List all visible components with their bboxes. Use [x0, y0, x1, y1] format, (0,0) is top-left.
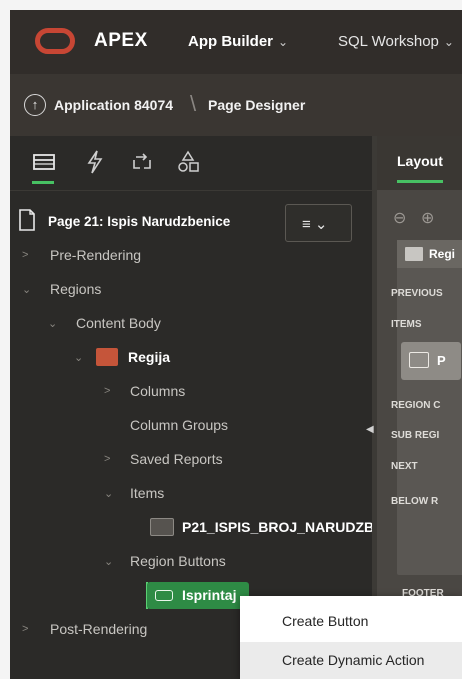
layout-item-tile[interactable]: P	[401, 342, 461, 380]
tree-node-item-p21[interactable]: P21_ISPIS_BROJ_NARUDZB	[10, 511, 375, 545]
chevron-down-icon[interactable]: ⌄	[22, 283, 31, 296]
tree-node-regions[interactable]: ⌄ Regions	[10, 273, 372, 307]
tree-node-label: P21_ISPIS_BROJ_NARUDZB	[182, 519, 375, 535]
tree-node-column-groups[interactable]: Column Groups	[10, 409, 372, 443]
menu-item-label: Create Button	[282, 613, 369, 629]
rendering-icon[interactable]	[30, 148, 58, 176]
tree-node-label: Regija	[128, 349, 171, 365]
app-builder-menu[interactable]: App Builder ⌄	[188, 33, 288, 50]
apex-brand-label[interactable]: APEX	[94, 30, 148, 52]
tree-node-label: Content Body	[76, 315, 161, 331]
chevron-right-icon[interactable]: >	[104, 385, 110, 397]
zoom-in-icon[interactable]: ⊕	[421, 208, 434, 228]
sql-workshop-menu[interactable]: SQL Workshop ⌄	[338, 33, 454, 50]
tree-node-label: Regions	[50, 281, 102, 297]
tree-node-label: Pre-Rendering	[50, 247, 142, 263]
chevron-right-icon[interactable]: >	[22, 623, 28, 635]
tree-node-regija[interactable]: ⌄ Regija	[10, 341, 372, 375]
tree-node-label: Isprintaj	[182, 587, 237, 603]
item-label: P	[437, 353, 446, 368]
tree-node-region-buttons[interactable]: ⌄ Region Buttons	[10, 545, 372, 579]
region-title: Regi	[429, 247, 456, 261]
chevron-down-icon[interactable]: ⌄	[48, 317, 57, 330]
tree-menu-button[interactable]: ≡ ⌄	[285, 204, 352, 242]
tree-node-saved-reports[interactable]: > Saved Reports	[10, 443, 372, 477]
page-icon	[19, 209, 35, 231]
layout-slot-label: ITEMS	[391, 319, 422, 330]
chevron-right-icon[interactable]: >	[22, 249, 28, 261]
breadcrumb-current: Page Designer	[208, 97, 306, 113]
collapse-left-icon[interactable]: ◀	[366, 424, 374, 435]
tree-node-columns[interactable]: > Columns	[10, 375, 372, 409]
button-icon	[155, 590, 173, 601]
chevron-down-icon: ⌄	[278, 35, 289, 49]
breadcrumb: ↑ Application 84074 \ Page Designer	[10, 74, 462, 136]
chevron-down-icon[interactable]: ⌄	[74, 351, 83, 364]
zoom-out-icon[interactable]: ⊖	[393, 208, 406, 228]
tree-node-pre-rendering[interactable]: > Pre-Rendering	[10, 239, 372, 273]
chevron-right-icon[interactable]: >	[104, 453, 110, 465]
up-arrow-icon[interactable]: ↑	[24, 94, 46, 116]
chevron-down-icon[interactable]: ⌄	[104, 487, 113, 500]
tree-node-label: Columns	[130, 383, 186, 399]
shared-components-icon[interactable]	[174, 148, 202, 176]
tree-node-label: Region Buttons	[130, 553, 226, 569]
layout-slot-label: PREVIOUS	[391, 288, 443, 299]
tab-layout[interactable]: Layout	[397, 153, 443, 169]
oracle-logo-icon[interactable]	[35, 28, 75, 54]
breadcrumb-separator: \	[190, 91, 197, 116]
app-builder-label: App Builder	[188, 33, 273, 50]
menu-lines-icon: ≡ ⌄	[302, 216, 328, 233]
layout-tab-bar: Layout	[377, 136, 462, 190]
menu-item-label: Create Dynamic Action	[282, 652, 425, 668]
tree-node-label: Saved Reports	[130, 451, 223, 467]
tree-node-label: Column Groups	[130, 417, 229, 433]
active-tab-indicator	[32, 181, 54, 184]
region-icon	[405, 247, 423, 261]
layout-slot-label: SUB REGI	[391, 430, 440, 441]
menu-item-create-dynamic-action[interactable]: Create Dynamic Action	[240, 642, 462, 679]
page-designer-window: APEX App Builder ⌄ SQL Workshop ⌄ ↑ Applic…	[10, 10, 462, 679]
layout-slot-label: BELOW R	[391, 496, 439, 507]
page-title: Page 21: Ispis Narudzbenice	[48, 214, 231, 229]
select-list-item-icon	[409, 352, 429, 368]
selected-button-node[interactable]: Isprintaj	[147, 582, 249, 609]
sql-workshop-label: SQL Workshop	[338, 33, 439, 50]
layout-slot-label: REGION C	[391, 400, 441, 411]
tree-node-label: Post-Rendering	[50, 621, 148, 637]
region-header[interactable]: Regi	[397, 240, 462, 268]
breadcrumb-application[interactable]: Application 84074	[54, 97, 173, 113]
chevron-down-icon[interactable]: ⌄	[104, 555, 113, 568]
divider	[10, 190, 372, 191]
layout-slot-label: NEXT	[391, 461, 418, 472]
top-navigation-bar: APEX App Builder ⌄ SQL Workshop ⌄	[10, 10, 462, 74]
select-list-item-icon	[150, 518, 174, 536]
region-icon	[96, 348, 118, 366]
dynamic-actions-icon[interactable]	[81, 148, 109, 176]
tree-node-content-body[interactable]: ⌄ Content Body	[10, 307, 372, 341]
chevron-down-icon: ⌄	[443, 35, 454, 49]
tree-node-label: Items	[130, 485, 165, 501]
active-tab-indicator	[397, 180, 443, 183]
context-menu: Create Button Create Dynamic Action	[240, 596, 462, 679]
tree-node-items[interactable]: ⌄ Items	[10, 477, 372, 511]
processing-icon[interactable]	[128, 148, 156, 176]
menu-item-create-button[interactable]: Create Button	[240, 603, 462, 641]
